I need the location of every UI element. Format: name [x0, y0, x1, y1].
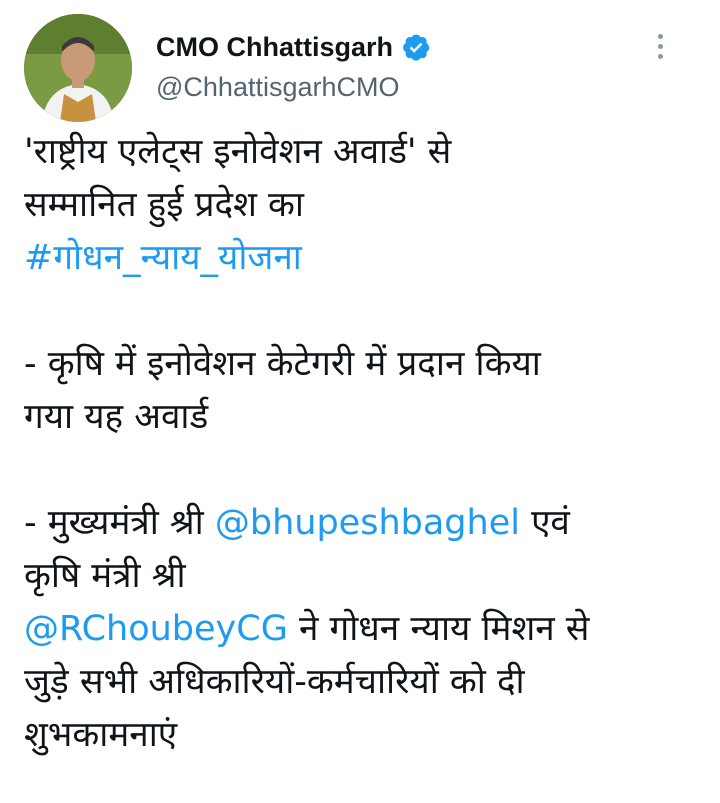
more-options-icon[interactable] — [642, 28, 678, 64]
tweet-text-segment: एवं — [519, 503, 570, 543]
tweet-line: - कृषि में इनोवेशन केटेगरी में प्रदान कि… — [24, 344, 541, 384]
tweet-line: जुड़े सभी अधिकारियों-कर्मचारियों को दी — [24, 662, 525, 702]
tweet-line: @RChoubeyCG ने गोधन न्याय मिशन से — [24, 603, 704, 656]
tweet-text-segment: ने गोधन न्याय मिशन से — [287, 609, 590, 649]
hashtag-link[interactable]: #गोधन_न्याय_योजना — [24, 232, 704, 285]
hashtag-text[interactable]: #गोधन_न्याय_योजना — [24, 238, 302, 278]
tweet-line: गया यह अवार्ड — [24, 397, 209, 437]
avatar[interactable] — [24, 14, 132, 122]
tweet-text: 'राष्ट्रीय एलेट्स इनोवेशन अवार्ड' से सम्… — [24, 126, 704, 762]
account-handle[interactable]: @ChhattisgarhCMO — [156, 72, 431, 103]
mention-link-rchoubeycg[interactable]: @RChoubeyCG — [24, 609, 288, 649]
mention-link-bhupeshbaghel[interactable]: @bhupeshbaghel — [215, 503, 520, 543]
tweet-line: कृषि मंत्री श्री — [24, 556, 186, 596]
verified-badge-icon — [401, 32, 431, 62]
tweet-card: CMO Chhattisgarh @ChhattisgarhCMO 'राष्ट… — [0, 0, 720, 803]
tweet-line: शुभकामनाएं — [24, 715, 178, 755]
display-name[interactable]: CMO Chhattisgarh — [156, 32, 393, 63]
tweet-line: - मुख्यमंत्री श्री @bhupeshbaghel एवं — [24, 497, 704, 550]
account-names: CMO Chhattisgarh @ChhattisgarhCMO — [156, 28, 431, 103]
avatar-portrait-icon — [24, 14, 132, 122]
tweet-line: सम्मानित हुई प्रदेश का — [24, 185, 304, 225]
tweet-line: 'राष्ट्रीय एलेट्स इनोवेशन अवार्ड' से — [24, 132, 452, 172]
tweet-text-segment: - मुख्यमंत्री श्री — [24, 503, 215, 543]
tweet-header: CMO Chhattisgarh @ChhattisgarhCMO — [24, 14, 696, 122]
